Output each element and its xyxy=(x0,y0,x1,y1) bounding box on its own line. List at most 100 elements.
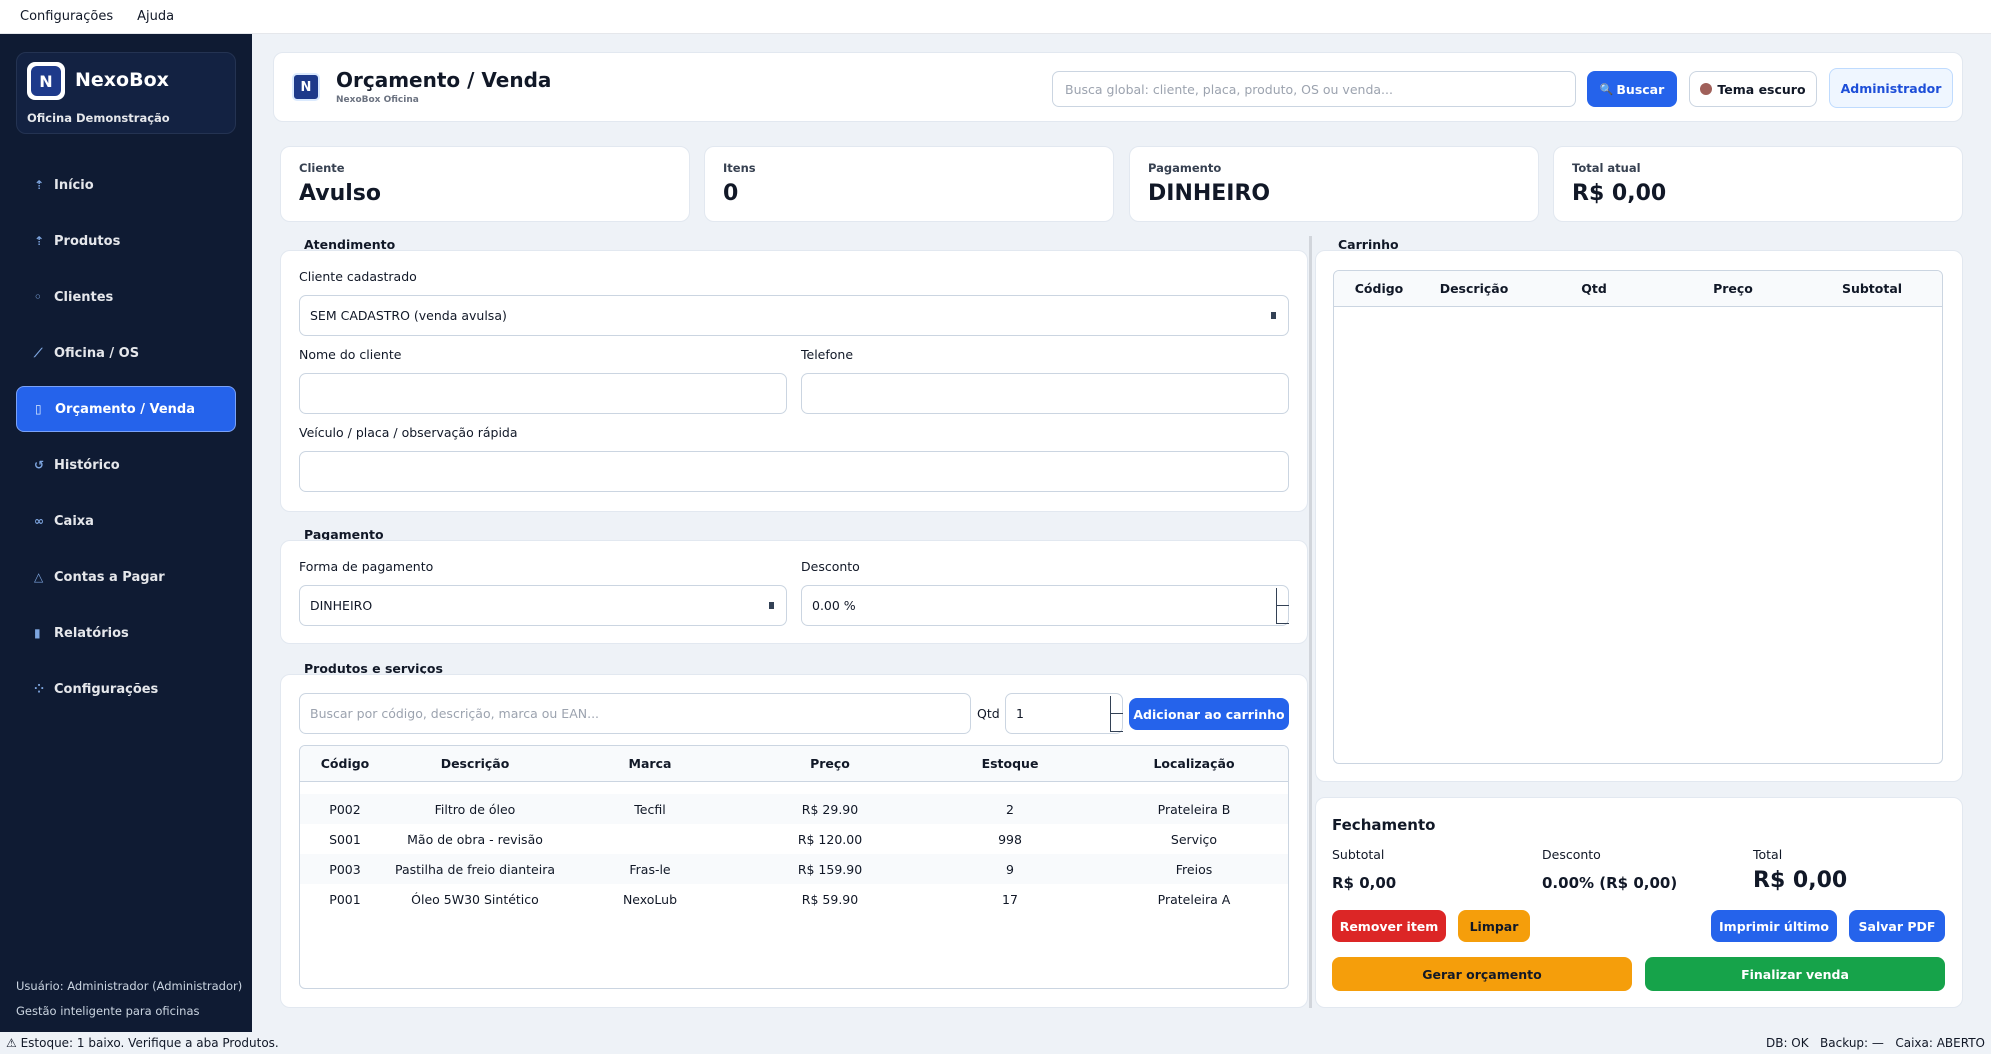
generate-quote-button[interactable]: Gerar orçamento xyxy=(1332,957,1632,991)
spin-buttons-icon[interactable] xyxy=(1276,588,1289,624)
wrench-icon: ⟋ xyxy=(34,345,43,360)
card-label: Cliente xyxy=(299,161,345,175)
produto-search-input[interactable]: Buscar por código, descrição, marca ou E… xyxy=(299,693,971,734)
sidebar-item-oficina[interactable]: ⟋ Oficina / OS xyxy=(16,330,236,376)
table-cell: Filtro de óleo xyxy=(434,801,516,817)
app-tagline: Gestão inteligente para oficinas xyxy=(16,1004,200,1018)
dark-theme-button[interactable]: Tema escuro xyxy=(1689,71,1817,107)
card-value: Avulso xyxy=(299,181,381,206)
table-cell: P001 xyxy=(329,891,361,907)
table-cell: 998 xyxy=(998,831,1022,847)
cliente-cadastrado-select[interactable]: SEM CADASTRO (venda avulsa) xyxy=(299,295,1289,336)
qtd-label: Qtd xyxy=(977,706,1000,721)
page-subtitle: NexoBox Oficina xyxy=(336,95,419,105)
spin-buttons-icon[interactable] xyxy=(1110,696,1123,732)
sidebar-item-label: Início xyxy=(54,177,94,193)
veiculo-field[interactable] xyxy=(299,451,1289,492)
page-title: Orçamento / Venda xyxy=(336,68,552,92)
summary-card-itens: Itens 0 xyxy=(704,146,1114,222)
gear-icon: ⁘ xyxy=(34,682,45,696)
field-label: Telefone xyxy=(801,347,854,362)
sidebar-item-label: Produtos xyxy=(54,233,121,249)
chart-icon: ▮ xyxy=(34,626,41,640)
summary-card-cliente: Cliente Avulso xyxy=(280,146,690,222)
column-header[interactable]: Descrição xyxy=(390,756,560,771)
telefone-field[interactable] xyxy=(801,373,1289,414)
field-label: Nome do cliente xyxy=(299,347,402,362)
column-header[interactable]: Localização xyxy=(1100,756,1288,771)
save-pdf-button[interactable]: Salvar PDF xyxy=(1849,910,1945,942)
table-row[interactable]: P002 Filtro de óleo Tecfil R$ 29.90 2 Pr… xyxy=(300,794,1288,824)
sidebar-item-inicio[interactable]: ⇡ Início xyxy=(16,162,236,208)
sidebar-item-label: Contas a Pagar xyxy=(54,569,165,585)
column-header[interactable]: Marca xyxy=(560,756,740,771)
subtotal-value: R$ 0,00 xyxy=(1332,874,1397,892)
remove-item-button[interactable]: Remover item xyxy=(1332,910,1446,942)
sidebar-item-historico[interactable]: ↺ Histórico xyxy=(16,442,236,488)
box-icon: ⇡ xyxy=(34,234,45,248)
column-header[interactable]: Código xyxy=(300,756,390,771)
table-cell: R$ 59.90 xyxy=(801,891,859,907)
theme-button-label: Tema escuro xyxy=(1717,81,1806,97)
nome-cliente-field[interactable] xyxy=(299,373,787,414)
select-value: DINHEIRO xyxy=(310,598,373,613)
print-last-button[interactable]: Imprimir último xyxy=(1711,910,1837,942)
stepper-value: 0.00 % xyxy=(812,598,856,613)
add-to-cart-button[interactable]: Adicionar ao carrinho xyxy=(1129,698,1289,730)
home-icon: ⇡ xyxy=(34,178,45,192)
menu-configuracoes[interactable]: Configurações xyxy=(10,9,127,24)
sidebar-item-caixa[interactable]: ∞ Caixa xyxy=(16,498,236,544)
sidebar-item-contas-a-pagar[interactable]: △ Contas a Pagar xyxy=(16,554,236,600)
sidebar-item-produtos[interactable]: ⇡ Produtos xyxy=(16,218,236,264)
table-cell: R$ 120.00 xyxy=(797,831,863,847)
current-user: Usuário: Administrador (Administrador) xyxy=(16,979,243,993)
table-header: Código Descrição Marca Preço Estoque Loc… xyxy=(300,746,1288,782)
column-header[interactable]: Descrição xyxy=(1424,281,1524,296)
sidebar-item-configuracoes[interactable]: ⁘ Configurações xyxy=(16,666,236,712)
desconto-stepper[interactable]: 0.00 % xyxy=(801,585,1289,626)
select-value: SEM CADASTRO (venda avulsa) xyxy=(310,308,507,323)
admin-button[interactable]: Administrador xyxy=(1829,68,1953,108)
sidebar-item-label: Clientes xyxy=(54,289,114,305)
column-header[interactable]: Preço xyxy=(1664,281,1802,296)
stepper-value: 1 xyxy=(1016,706,1024,721)
table-cell: R$ 159.90 xyxy=(797,861,863,877)
table-cell: Mão de obra - revisão xyxy=(407,831,543,847)
qtd-stepper[interactable]: 1 xyxy=(1005,693,1123,734)
column-header[interactable]: Código xyxy=(1334,281,1424,296)
splitter-handle[interactable] xyxy=(1309,236,1312,1008)
search-button[interactable]: 🔍 Buscar xyxy=(1587,71,1677,107)
card-value: R$ 0,00 xyxy=(1572,181,1667,206)
sidebar-item-orcamento-venda[interactable]: ▯ Orçamento / Venda xyxy=(16,386,236,432)
logo-mark: N xyxy=(31,66,61,96)
status-bar: ⚠ Estoque: 1 baixo. Verifique a aba Prod… xyxy=(0,1032,1991,1054)
menu-ajuda[interactable]: Ajuda xyxy=(127,9,188,24)
table-cell: Serviço xyxy=(1170,831,1218,847)
table-cell: 2 xyxy=(1006,801,1014,817)
menubar: Configurações Ajuda xyxy=(0,0,1991,34)
forma-pagamento-select[interactable]: DINHEIRO xyxy=(299,585,787,626)
column-header[interactable]: Preço xyxy=(740,756,920,771)
clear-button[interactable]: Limpar xyxy=(1458,910,1530,942)
table-row[interactable]: P001 Óleo 5W30 Sintético NexoLub R$ 59.9… xyxy=(300,884,1288,914)
sidebar-item-label: Oficina / OS xyxy=(54,345,140,361)
card-value: 0 xyxy=(723,181,739,206)
finalize-sale-button[interactable]: Finalizar venda xyxy=(1645,957,1945,991)
table-cell: Prateleira B xyxy=(1157,801,1231,817)
sidebar-item-clientes[interactable]: ◦ Clientes xyxy=(16,274,236,320)
column-header[interactable]: Subtotal xyxy=(1802,281,1942,296)
brand-card: N NexoBox Oficina Demonstração xyxy=(16,52,236,134)
table-row[interactable]: S001 Mão de obra - revisão R$ 120.00 998… xyxy=(300,824,1288,854)
table-cell: R$ 29.90 xyxy=(801,801,859,817)
summary-card-total: Total atual R$ 0,00 xyxy=(1553,146,1963,222)
column-header[interactable]: Qtd xyxy=(1524,281,1664,296)
sidebar-item-relatorios[interactable]: ▮ Relatórios xyxy=(16,610,236,656)
fechamento-title: Fechamento xyxy=(1332,816,1436,834)
produtos-panel: Buscar por código, descrição, marca ou E… xyxy=(280,674,1308,1008)
table-row[interactable]: P003 Pastilha de freio dianteira Fras-le… xyxy=(300,854,1288,884)
column-header[interactable]: Estoque xyxy=(920,756,1100,771)
desconto-label: Desconto xyxy=(1542,847,1601,862)
table-cell: Fras-le xyxy=(629,861,671,877)
global-search-input[interactable]: Busca global: cliente, placa, produto, O… xyxy=(1052,71,1576,107)
table-cell: NexoLub xyxy=(622,891,678,907)
